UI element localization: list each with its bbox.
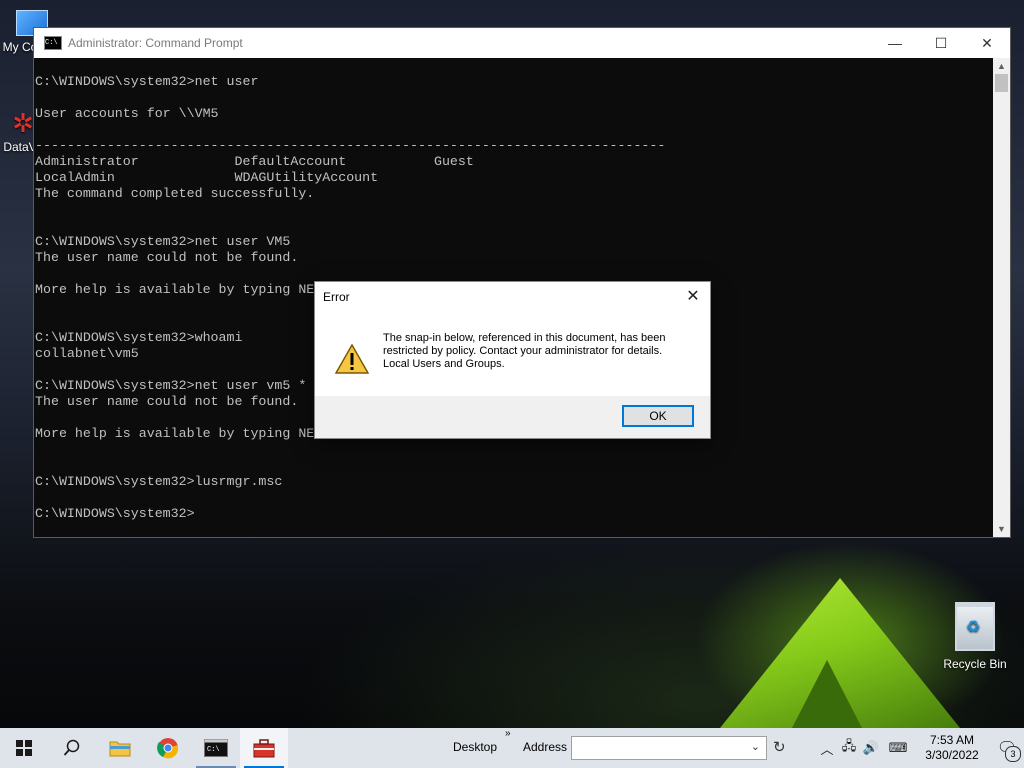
console-line: C:\WINDOWS\system32>net user VM5 <box>35 234 291 249</box>
toolbar-overflow-chevron-icon[interactable]: » <box>505 728 511 739</box>
console-line: Administrator DefaultAccount Guest <box>35 154 474 169</box>
console-line: User accounts for \\VM5 <box>35 106 219 121</box>
scroll-thumb[interactable] <box>995 74 1008 92</box>
chevron-down-icon[interactable]: ⌄ <box>751 740 760 753</box>
taskbar: C:\ Desktop » Address ⌄ ↻ ︿ 🖧 🔊 ⌨ 7:53 A… <box>0 728 1024 768</box>
search-button[interactable] <box>48 728 96 768</box>
notification-count-badge: 3 <box>1005 746 1021 762</box>
address-input[interactable]: ⌄ <box>571 736 767 760</box>
warning-icon <box>335 344 369 374</box>
chrome-icon <box>157 738 179 759</box>
chrome-button[interactable] <box>144 728 192 768</box>
error-dialog[interactable]: Error ✕ The snap-in below, referenced in… <box>314 281 711 439</box>
windows-logo-icon <box>16 740 32 756</box>
volume-icon[interactable]: 🔊 <box>860 740 882 756</box>
refresh-icon[interactable]: ↻ <box>773 738 786 756</box>
cmd-app-icon: C:\ <box>44 36 62 50</box>
clock-time: 7:53 AM <box>929 733 975 747</box>
dialog-detail: Local Users and Groups. <box>383 358 505 370</box>
desktop-icon-recycle-bin[interactable]: ♻ Recycle Bin <box>940 602 1010 671</box>
window-titlebar[interactable]: C:\ Administrator: Command Prompt — ☐ ✕ <box>34 28 1010 58</box>
search-icon <box>63 739 80 756</box>
desktop-icon-label: Recycle Bin <box>943 657 1007 671</box>
console-line: The user name could not be found. <box>35 250 299 265</box>
clock-date: 3/30/2022 <box>925 748 979 762</box>
desktop-toolbar-label[interactable]: Desktop <box>453 740 497 754</box>
minimize-button[interactable]: — <box>872 28 918 58</box>
keyboard-icon[interactable]: ⌨ <box>882 740 914 756</box>
console-line: LocalAdmin WDAGUtilityAccount <box>35 170 379 185</box>
scroll-up-arrow-icon[interactable]: ▲ <box>993 58 1010 74</box>
console-line: ----------------------------------------… <box>35 138 666 153</box>
chevron-up-icon[interactable]: ︿ <box>816 739 838 758</box>
dialog-message: The snap-in below, referenced in this do… <box>383 332 666 357</box>
window-title: Administrator: Command Prompt <box>68 36 243 50</box>
toolbox-icon <box>253 739 275 758</box>
console-line: C:\WINDOWS\system32> <box>35 506 195 521</box>
close-button[interactable]: ✕ <box>964 28 1010 58</box>
dialog-title: Error <box>323 290 350 304</box>
command-prompt-taskbar-button[interactable]: C:\ <box>192 728 240 768</box>
svg-text:C:\: C:\ <box>207 746 220 754</box>
toolbox-taskbar-button[interactable] <box>240 728 288 768</box>
start-button[interactable] <box>0 728 48 768</box>
console-line: The command completed successfully. <box>35 186 315 201</box>
scroll-down-arrow-icon[interactable]: ▼ <box>993 521 1010 537</box>
action-center-button[interactable]: 🗨 3 <box>990 728 1024 768</box>
network-icon[interactable]: 🖧 <box>838 737 860 759</box>
maximize-button[interactable]: ☐ <box>918 28 964 58</box>
ok-button[interactable]: OK <box>622 405 694 427</box>
console-line: C:\WINDOWS\system32>net user <box>35 74 259 89</box>
dialog-titlebar[interactable]: Error ✕ <box>315 282 710 312</box>
file-explorer-button[interactable] <box>96 728 144 768</box>
clock[interactable]: 7:53 AM 3/30/2022 <box>914 733 990 763</box>
cmd-icon: C:\ <box>204 739 228 757</box>
folder-icon <box>109 741 131 757</box>
console-line: C:\WINDOWS\system32>lusrmgr.msc <box>35 474 283 489</box>
address-toolbar-label: Address <box>523 740 568 754</box>
vertical-scrollbar[interactable]: ▲ ▼ <box>993 58 1010 537</box>
recycle-bin-icon: ♻ <box>955 602 995 651</box>
system-tray: ︿ 🖧 🔊 ⌨ 7:53 AM 3/30/2022 🗨 3 <box>816 728 1024 768</box>
dialog-close-button[interactable]: ✕ <box>682 286 704 308</box>
